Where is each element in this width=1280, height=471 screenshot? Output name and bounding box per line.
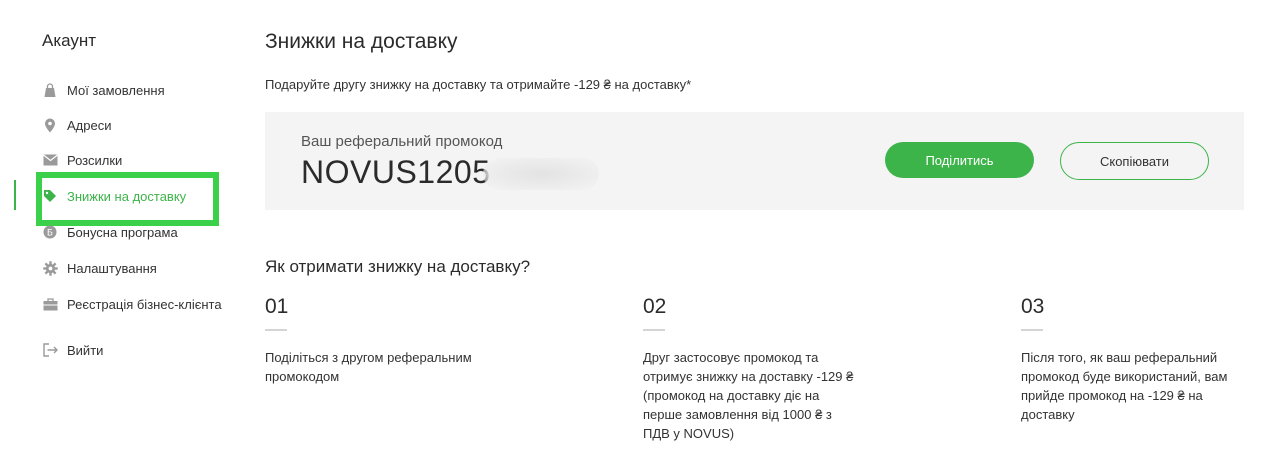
sidebar-item-settings[interactable]: Налаштування (42, 257, 157, 279)
sidebar-item-bonus[interactable]: Б Бонусна програма (42, 221, 178, 243)
step-number: 02 (643, 295, 667, 318)
step-2: 02 Друг застосовує промокод та отримує з… (643, 295, 858, 443)
sidebar-item-orders[interactable]: Мої замовлення (42, 79, 165, 101)
sidebar-item-label: Знижки на доставку (67, 188, 187, 204)
share-button[interactable]: Поділитись (885, 142, 1034, 178)
bag-icon (42, 82, 58, 98)
step-1: 01 Поділіться з другом реферальним промо… (265, 295, 495, 386)
sidebar: Акаунт Мої замовлення Адреси Розсилки Зн… (0, 0, 240, 471)
step-divider (265, 329, 287, 331)
promo-code: NOVUS1205 (301, 154, 491, 190)
sidebar-item-label: Бонусна програма (67, 224, 178, 240)
step-number: 01 (265, 295, 289, 318)
tag-icon (42, 188, 58, 204)
sidebar-item-delivery-discounts[interactable]: Знижки на доставку (42, 185, 186, 207)
sidebar-item-label: Адреси (67, 117, 112, 133)
sidebar-item-label: Реєстрація бізнес-клієнта (67, 296, 222, 312)
step-number: 03 (1021, 295, 1045, 318)
step-divider (1021, 329, 1043, 331)
step-3: 03 Після того, як ваш реферальний промок… (1021, 295, 1239, 424)
step-text: Друг застосовує промокод та отримує зниж… (643, 350, 854, 441)
copy-button[interactable]: Скопіювати (1060, 142, 1209, 180)
page-title: Знижки на доставку (265, 30, 458, 53)
bonus-coin-icon: Б (42, 224, 58, 240)
page-subtitle: Подаруйте другу знижку на доставку та от… (265, 77, 692, 92)
sidebar-item-business-registration[interactable]: Реєстрація бізнес-клієнта (42, 293, 222, 315)
step-text: Після того, як ваш реферальний промокод … (1021, 350, 1228, 422)
step-text: Поділіться з другом реферальним промокод… (265, 350, 472, 384)
sidebar-item-newsletters[interactable]: Розсилки (42, 149, 122, 171)
active-indicator (14, 180, 16, 210)
sidebar-item-label: Мої замовлення (67, 82, 165, 98)
promo-code-blur (483, 158, 599, 190)
sidebar-item-label: Розсилки (67, 152, 123, 168)
sidebar-item-label: Вийти (67, 342, 104, 358)
promo-label: Ваш реферальний промокод (301, 133, 503, 150)
logout-icon (42, 342, 58, 358)
sidebar-item-logout[interactable]: Вийти (42, 339, 103, 361)
step-divider (643, 329, 665, 331)
svg-text:Б: Б (47, 229, 53, 239)
location-pin-icon (42, 117, 58, 133)
gear-icon (42, 260, 58, 276)
promo-code-panel: Ваш реферальний промокод NOVUS1205 Поділ… (265, 112, 1244, 210)
envelope-icon (42, 152, 58, 168)
sidebar-title: Акаунт (42, 31, 97, 50)
briefcase-icon (42, 296, 58, 312)
sidebar-item-addresses[interactable]: Адреси (42, 114, 111, 136)
sidebar-item-label: Налаштування (67, 260, 157, 276)
main-content: Знижки на доставку Подаруйте другу знижк… (265, 0, 1245, 471)
how-to-title: Як отримати знижку на доставку? (265, 257, 531, 276)
